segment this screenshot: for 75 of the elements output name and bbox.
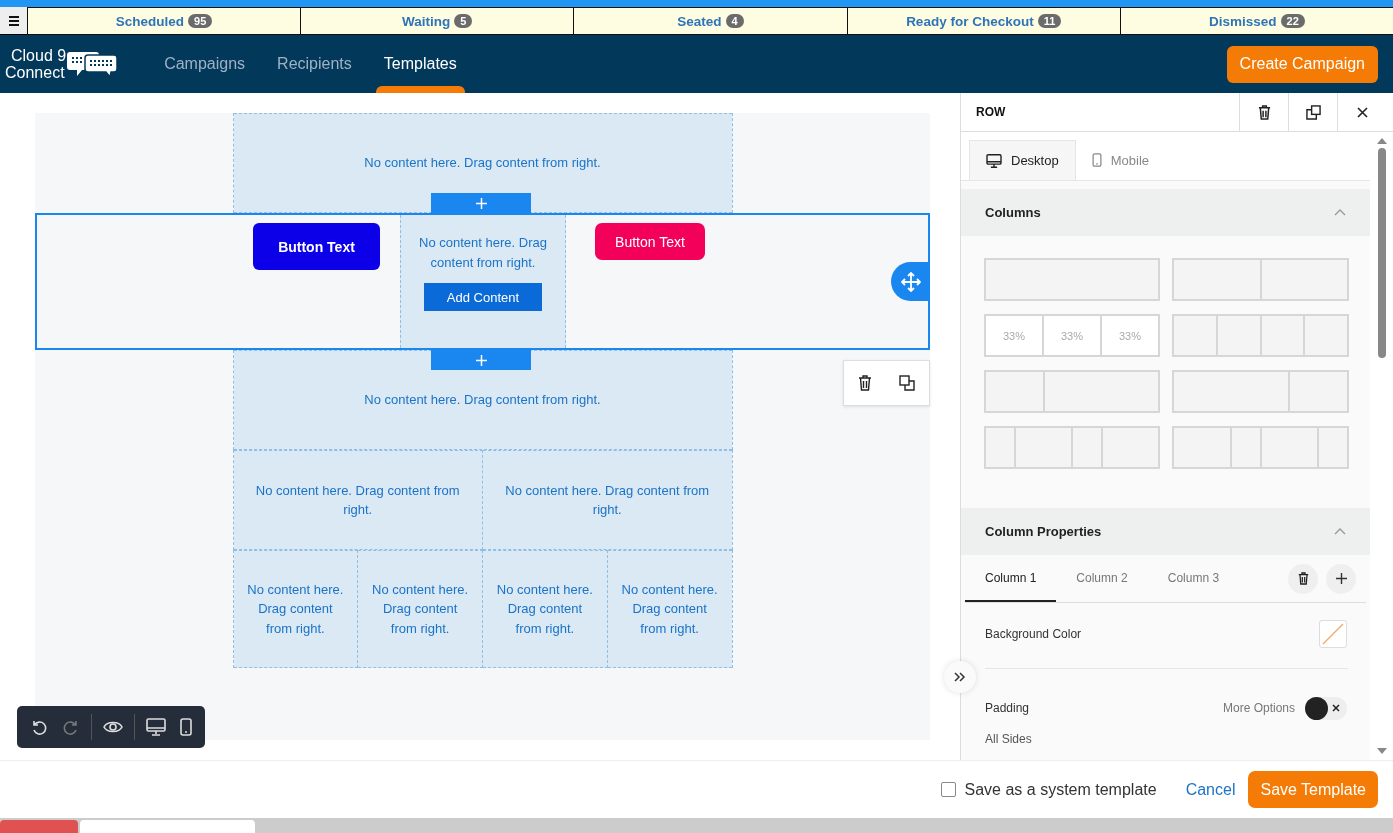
count-badge: 4	[725, 14, 744, 28]
view-tab[interactable]: Mobile	[1075, 140, 1165, 180]
phone-icon	[180, 718, 192, 736]
placeholder-text: No content here. Drag content from right.	[364, 154, 601, 173]
field-label: All Sides	[984, 731, 1033, 746]
menu-icon	[8, 15, 19, 26]
count-badge: 11	[1037, 14, 1062, 28]
row-block[interactable]: Button Text No content here. Drag content from right. Add Content Button Text	[35, 213, 930, 350]
count-badge: 22	[1280, 14, 1305, 28]
phone-icon	[1091, 153, 1102, 167]
logo-text: Cloud 9	[11, 47, 67, 64]
status-tab[interactable]: Ready for Checkout 11	[846, 7, 1120, 35]
placeholder-text: No content here. Drag content from right.	[246, 580, 345, 638]
system-template-checkbox[interactable]: Save as a system template	[940, 780, 1157, 799]
count-badge: 5	[454, 14, 473, 28]
add-content-button[interactable]: Add Content	[424, 283, 542, 311]
color-swatch[interactable]	[1319, 620, 1348, 648]
status-tab[interactable]: Scheduled 95	[27, 7, 301, 35]
trash-icon	[857, 375, 872, 391]
copy-icon	[1305, 104, 1321, 120]
column-tab[interactable]: Column 1	[965, 555, 1057, 602]
chevron-up-icon	[1334, 209, 1347, 216]
plus-icon	[1335, 573, 1347, 584]
toggle-switch[interactable]	[1305, 696, 1348, 720]
placeholder-text: No content here. Drag content from right.	[418, 234, 548, 272]
status-tab[interactable]: Dismissed 22	[1119, 7, 1393, 35]
chat-bubbles-icon	[66, 49, 119, 79]
placeholder-text: No content here. Drag content from right.	[620, 580, 719, 638]
undo-icon	[30, 718, 48, 736]
status-tab[interactable]: Waiting 5	[300, 7, 574, 35]
chevron-up-icon	[1334, 528, 1347, 535]
nav-link[interactable]: Campaigns	[156, 35, 254, 93]
trash-icon	[1257, 104, 1271, 120]
x-icon	[1332, 704, 1341, 712]
placeholder-text: No content here. Drag content from right.	[364, 391, 601, 410]
delete-column-button[interactable]	[1288, 563, 1319, 594]
double-chevron-icon	[954, 672, 966, 682]
add-column-button[interactable]	[1326, 563, 1357, 594]
copy-icon	[899, 375, 916, 391]
trash-icon	[1297, 572, 1309, 585]
text-button[interactable]: Button Text	[253, 223, 380, 270]
plus-icon	[475, 197, 487, 209]
section-header[interactable]: Column Properties	[961, 508, 1371, 555]
desktop-icon	[146, 718, 166, 736]
panel-title: ROW	[975, 104, 1007, 121]
column-tab[interactable]: Column 3	[1147, 555, 1240, 602]
count-badge: 95	[188, 14, 213, 28]
status-tab[interactable]: Seated 4	[573, 7, 847, 35]
close-icon	[1356, 106, 1368, 118]
nav-link[interactable]: Templates	[375, 35, 465, 93]
logo-text: Connect	[5, 64, 66, 81]
menu-button[interactable]	[0, 7, 27, 35]
checkbox[interactable]	[940, 782, 956, 797]
toggle-label: More Options	[1223, 701, 1296, 715]
placeholder-text: No content here. Drag content from right.	[254, 481, 461, 519]
cancel-link[interactable]: Cancel	[1185, 780, 1236, 799]
create-campaign-button[interactable]: Create Campaign	[1226, 45, 1378, 83]
nav-link[interactable]: Recipients	[269, 35, 360, 93]
move-icon	[900, 271, 921, 292]
placeholder-text: No content here. Drag content from right.	[371, 580, 470, 638]
field-label: Padding	[985, 701, 1030, 715]
column-tab[interactable]: Column 2	[1056, 555, 1148, 602]
collapse-panel-button[interactable]	[944, 661, 976, 693]
eye-icon	[103, 720, 123, 734]
plus-icon	[475, 354, 487, 366]
redo-icon	[62, 718, 80, 736]
placeholder-text: No content here. Drag content from right.	[504, 481, 711, 519]
no-color-icon	[1321, 622, 1346, 646]
save-template-button[interactable]: Save Template	[1248, 771, 1378, 808]
field-label: Background Color	[985, 627, 1082, 641]
desktop-icon	[986, 153, 1002, 168]
view-tab[interactable]: Desktop	[969, 140, 1076, 180]
placeholder-text: No content here. Drag content from right.	[495, 580, 594, 638]
text-button[interactable]: Button Text	[595, 223, 705, 260]
section-header[interactable]: Columns	[961, 189, 1371, 236]
